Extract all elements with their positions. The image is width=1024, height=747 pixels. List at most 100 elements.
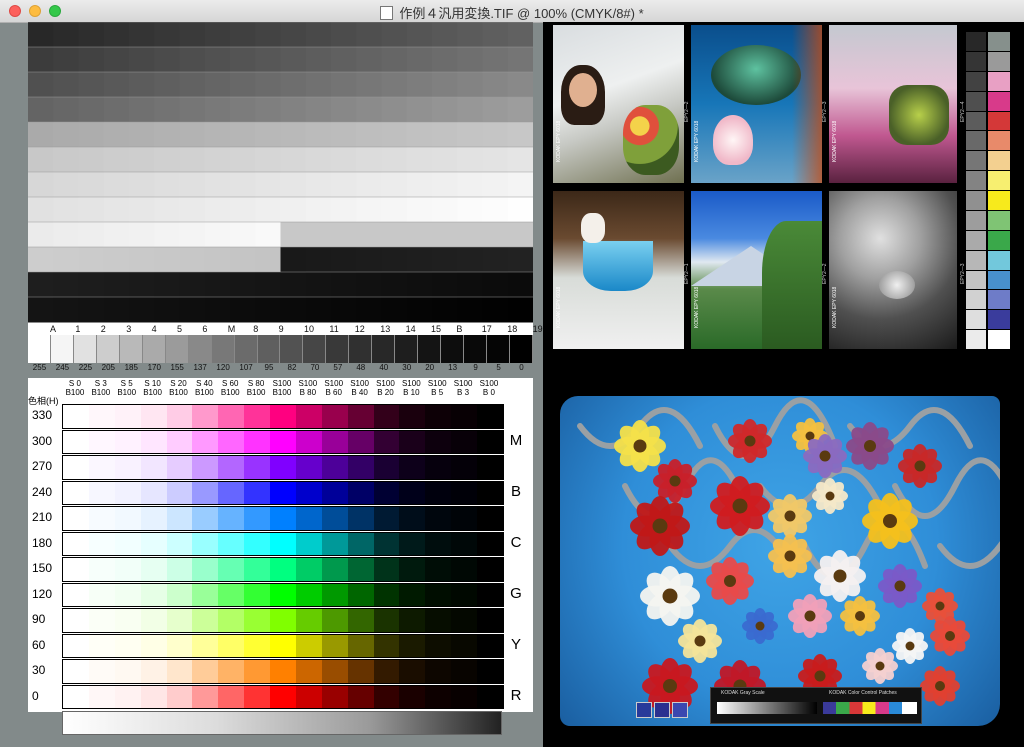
step-patch — [432, 247, 458, 273]
step-patch — [230, 197, 256, 223]
step-patch — [457, 147, 483, 173]
step-patch — [356, 72, 382, 98]
saturation-label: S 10 — [144, 379, 161, 388]
step-patch — [331, 122, 357, 148]
step-patch — [305, 297, 332, 323]
step-patch — [482, 47, 509, 73]
hue-swatch — [114, 405, 141, 428]
step-patch — [78, 297, 105, 323]
hue-swatch — [347, 430, 374, 453]
flower-photo — [560, 396, 1000, 726]
step-patch — [507, 122, 534, 148]
step-patch — [331, 272, 357, 298]
hue-swatch — [425, 430, 452, 453]
brightness-label: B100 — [246, 388, 266, 397]
step-patch — [28, 147, 54, 173]
hue-swatch — [399, 405, 426, 428]
hue-swatch — [295, 456, 322, 479]
column-label: 13 — [380, 324, 391, 334]
hue-swatch — [399, 481, 426, 504]
hue-swatch — [373, 532, 400, 555]
hue-swatch — [295, 558, 322, 581]
hue-swatch — [399, 507, 426, 530]
saturation-label: S100 — [272, 379, 292, 388]
hue-swatch — [114, 634, 141, 657]
step-patch — [78, 272, 105, 298]
step-patch — [507, 72, 534, 98]
step-patch — [154, 147, 180, 173]
column-label: 14 — [405, 324, 416, 334]
hue-swatch — [244, 507, 270, 530]
column-label: 6 — [202, 324, 208, 334]
hue-swatch — [270, 481, 296, 504]
side-color-patch — [988, 230, 1010, 251]
hue-value: 300 — [32, 433, 53, 448]
step-patch — [457, 272, 483, 298]
side-gray-patch — [966, 151, 986, 172]
hue-swatch — [63, 634, 89, 657]
step-patch — [305, 122, 332, 148]
hue-swatch — [295, 507, 322, 530]
step-patch — [507, 97, 534, 123]
hue-swatch — [477, 685, 503, 708]
color-control-label: KODAK Color Control Patches — [829, 690, 897, 696]
column-label: 1 — [75, 324, 81, 334]
step-patch — [331, 297, 357, 323]
hue-swatch — [425, 660, 452, 683]
step-patch — [280, 72, 307, 98]
hue-swatch — [218, 405, 245, 428]
gray-value: 30 — [402, 363, 412, 372]
step-patch — [179, 97, 206, 123]
hue-swatch — [321, 481, 348, 504]
hue-swatch — [244, 583, 270, 606]
hue-swatch — [347, 634, 374, 657]
flower-center — [633, 439, 647, 453]
step-patch — [53, 47, 79, 73]
hue-swatch — [63, 532, 89, 555]
step-patch — [305, 272, 332, 298]
step-patch — [507, 22, 534, 48]
step-patch — [154, 197, 180, 223]
step-patch — [255, 97, 281, 123]
flower-center — [935, 681, 945, 691]
column-label: 4 — [151, 324, 157, 334]
frame-mark: EPY2—3 — [822, 101, 828, 122]
hue-swatch — [166, 609, 193, 632]
window-titlebar: 作例４汎用変換.TIF @ 100% (CMYK/8#) * — [0, 0, 1024, 23]
hue-swatch — [192, 685, 219, 708]
hue-side-letter: B — [510, 482, 521, 500]
hue-row: 330 — [28, 403, 533, 429]
hue-swatch — [192, 532, 219, 555]
side-color-patch — [988, 111, 1010, 132]
hue-swatch — [192, 481, 219, 504]
hue-swatch — [425, 609, 452, 632]
step-patch — [28, 272, 54, 298]
saturation-label: S 3 — [94, 379, 107, 388]
gray-scale-patches — [28, 335, 533, 363]
flower-center — [855, 611, 865, 621]
document-canvas[interactable]: A 1 2 3 4 5 6 M 8 9 10 11 12 13 14 15 B 17 18 19 255 245 225 2… — [0, 21, 1024, 747]
flower — [814, 549, 866, 603]
step-patch — [381, 297, 408, 323]
brightness-label: B 40 — [351, 388, 368, 397]
step-patch — [154, 297, 180, 323]
step-patch — [28, 22, 54, 48]
hue-swatch — [347, 583, 374, 606]
step-patch — [129, 247, 155, 273]
step-patch — [432, 72, 458, 98]
hue-swatch — [270, 405, 296, 428]
gray-value: 5 — [496, 363, 501, 372]
step-patch — [356, 97, 382, 123]
gray-value: 9 — [473, 363, 478, 372]
window-title-area: 作例４汎用変換.TIF @ 100% (CMYK/8#) * — [0, 3, 1024, 22]
step-patch — [129, 97, 155, 123]
hue-swatch — [347, 532, 374, 555]
step-patch — [78, 47, 105, 73]
step-patch — [78, 97, 105, 123]
hue-swatch — [114, 507, 141, 530]
hue-swatch — [218, 660, 245, 683]
step-patch — [280, 247, 307, 273]
step-patch — [356, 222, 382, 248]
step-patch — [53, 72, 79, 98]
step-patch — [406, 247, 433, 273]
